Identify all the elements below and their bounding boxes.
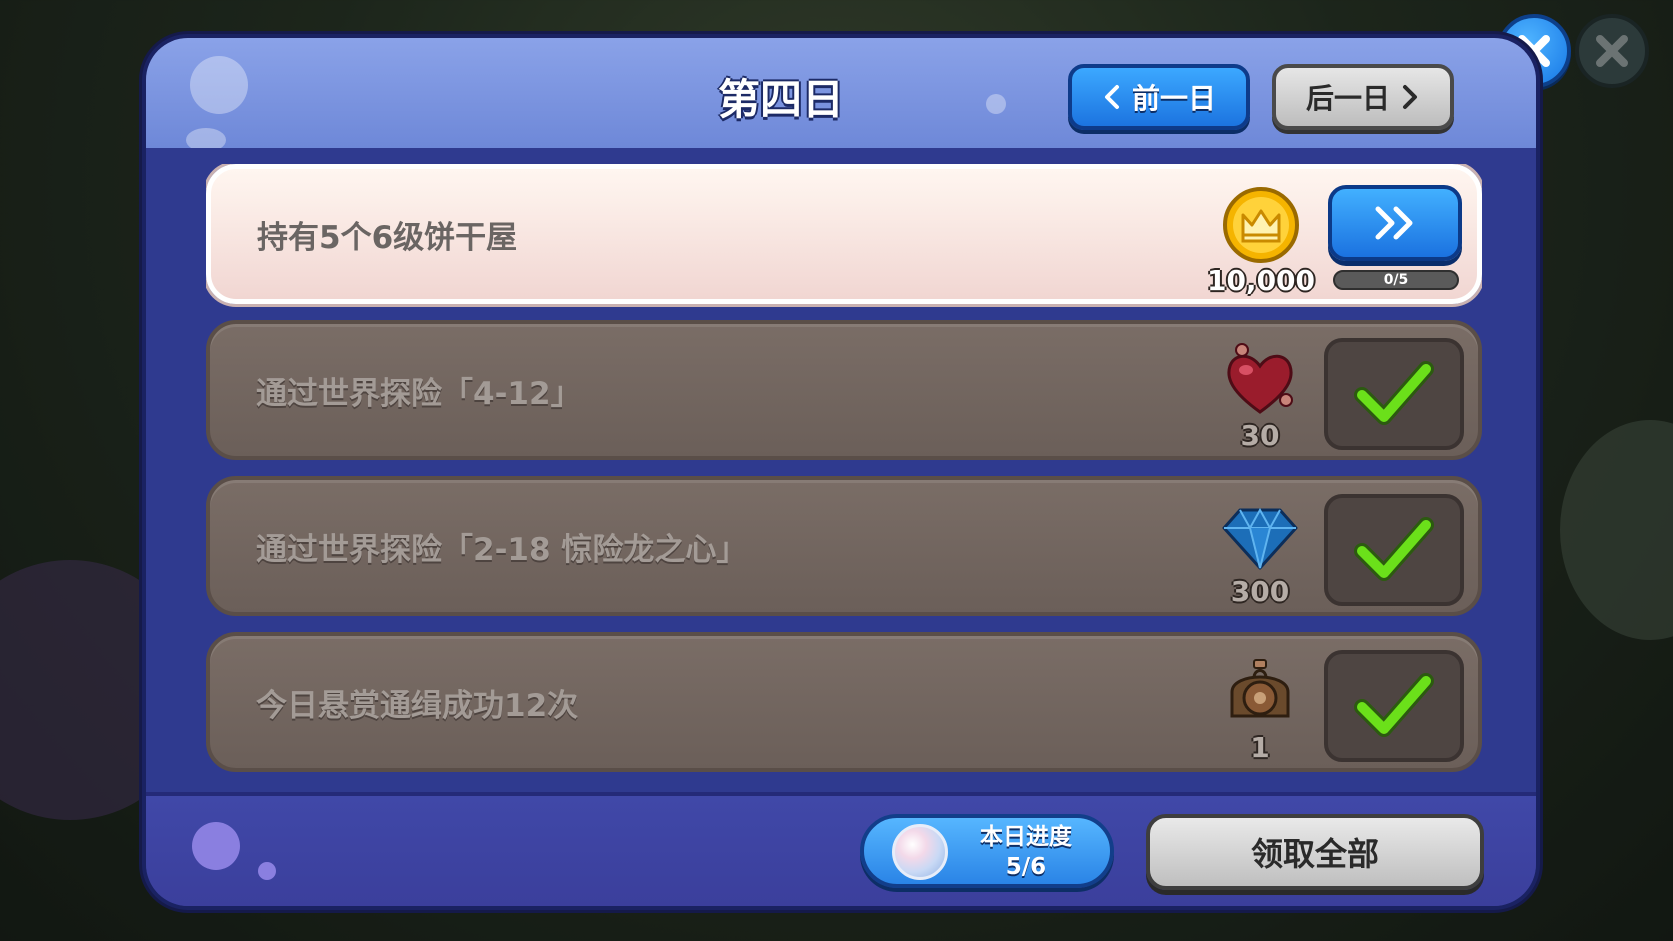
- heart-jelly-icon: [1227, 343, 1293, 414]
- previous-day-label: 前一日: [1131, 82, 1216, 115]
- claim-all-button[interactable]: 领取全部: [1146, 814, 1484, 890]
- mission-reward: 30: [1210, 336, 1310, 452]
- mission-reward: 300: [1210, 492, 1310, 608]
- daily-progress-text: 本日进度 5/6: [958, 822, 1094, 882]
- mission-row: 今日悬赏通缉成功12次 1: [206, 632, 1482, 772]
- mission-row: 通过世界探险「4-12」 30: [206, 320, 1482, 460]
- footer-decoration: [258, 862, 276, 880]
- reward-amount: 300: [1230, 575, 1290, 608]
- mission-list[interactable]: 持有5个6级饼干屋 10,000 0/5 通过世界探险「4-12」 30 通过世…: [206, 164, 1482, 840]
- reward-amount: 10,000: [1206, 264, 1316, 297]
- mission-label: 通过世界探险「4-12」: [256, 375, 582, 412]
- dialog-footer: 本日进度 5/6 领取全部: [146, 792, 1536, 906]
- next-day-label: 后一日: [1305, 82, 1390, 115]
- close-icon: [1596, 35, 1628, 67]
- previous-day-button[interactable]: 前一日: [1068, 64, 1250, 130]
- background-close-button: [1575, 14, 1649, 88]
- progress-orb-icon: [892, 824, 948, 880]
- checkmark-icon: [1354, 673, 1434, 737]
- reward-amount: 1: [1250, 731, 1270, 764]
- mission-completed-indicator: [1324, 494, 1464, 606]
- mission-label: 今日悬赏通缉成功12次: [256, 687, 579, 724]
- mission-progress-bar: 0/5: [1333, 270, 1459, 290]
- daily-mission-dialog: 第四日 前一日 后一日 持有5个6级饼干屋 10,000 0/5 通过世界探险「…: [142, 34, 1540, 910]
- daily-progress-badge: 本日进度 5/6: [860, 814, 1114, 888]
- mission-row: 持有5个6级饼干屋 10,000 0/5: [206, 164, 1482, 304]
- daily-progress-label: 本日进度: [980, 824, 1072, 850]
- header-decoration: [186, 128, 226, 148]
- checkmark-icon: [1354, 361, 1434, 425]
- footer-decoration: [192, 822, 240, 870]
- next-day-button[interactable]: 后一日: [1272, 64, 1454, 130]
- blue-crystal-icon: [1222, 507, 1298, 570]
- mission-completed-indicator: [1324, 650, 1464, 762]
- daily-progress-value: 5/6: [1005, 854, 1047, 880]
- double-chevron-right-icon: [1375, 206, 1413, 240]
- mission-label: 持有5个6级饼干屋: [257, 219, 518, 256]
- chevron-left-icon: [1104, 85, 1119, 109]
- mission-row: 通过世界探险「2-18 惊险龙之心」 300: [206, 476, 1482, 616]
- treasure-pouch-icon: [1230, 659, 1290, 718]
- mission-progress-text: 0/5: [1383, 272, 1409, 288]
- dialog-header: 第四日 前一日 后一日: [146, 38, 1536, 148]
- crown-coin-icon: [1223, 187, 1299, 263]
- reward-amount: 30: [1240, 419, 1280, 452]
- mission-reward: 1: [1210, 648, 1310, 764]
- chevron-right-icon: [1403, 85, 1417, 109]
- go-to-mission-button[interactable]: [1328, 185, 1462, 261]
- mission-reward: 10,000: [1207, 181, 1315, 297]
- mission-label: 通过世界探险「2-18 惊险龙之心」: [256, 531, 748, 568]
- checkmark-icon: [1354, 517, 1434, 581]
- mission-completed-indicator: [1324, 338, 1464, 450]
